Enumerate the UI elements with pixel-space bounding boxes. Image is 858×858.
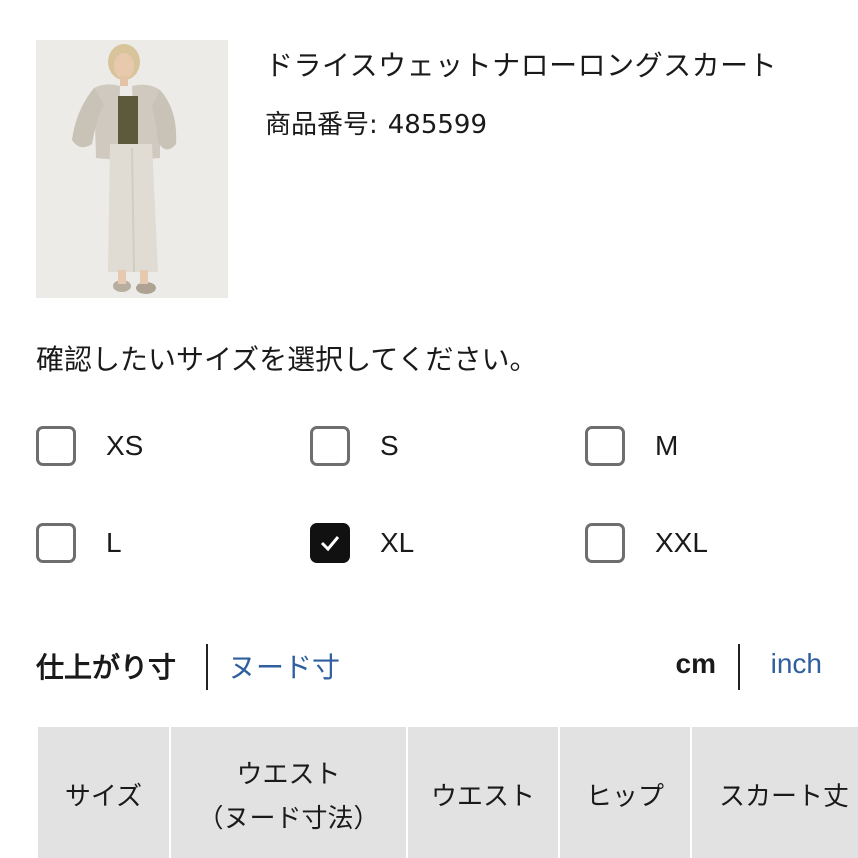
size-option-xxl[interactable]: XXL <box>585 520 708 566</box>
product-number-value: 485599 <box>387 110 488 140</box>
product-title: ドライスウェットナローロングスカート <box>265 49 778 82</box>
unit-inch-toggle[interactable]: inch <box>771 648 822 680</box>
size-label: S <box>380 430 399 461</box>
product-number: 商品番号: 485599 <box>265 104 487 141</box>
header-waist-label: ウエスト <box>430 782 535 812</box>
size-label: L <box>106 527 122 558</box>
size-checkbox[interactable] <box>585 426 625 466</box>
size-option-m[interactable]: M <box>585 423 678 469</box>
tab-finished-dimensions[interactable]: 仕上がり寸 <box>36 646 176 686</box>
header-size: サイズ <box>36 725 171 858</box>
header-waist-nude: ウエスト （ヌード寸法） <box>169 725 408 858</box>
size-option-l[interactable]: L <box>36 520 122 566</box>
size-checkbox[interactable] <box>36 426 76 466</box>
header-waist-nude-line1: ウエスト <box>236 760 341 790</box>
size-label: XXL <box>655 527 708 558</box>
header-hip: ヒップ <box>558 725 692 858</box>
size-option-s[interactable]: S <box>310 423 399 469</box>
divider <box>206 644 208 690</box>
size-checkbox[interactable] <box>310 523 350 563</box>
unit-cm-toggle[interactable]: cm <box>676 648 716 680</box>
divider <box>738 644 740 690</box>
header-waist: ウエスト <box>406 725 560 858</box>
header-waist-nude-line2: （ヌード寸法） <box>197 804 380 834</box>
measurement-toggle-row: 仕上がり寸 ヌード寸 cm inch <box>36 642 822 692</box>
check-icon <box>320 536 340 552</box>
size-select-prompt: 確認したいサイズを選択してください。 <box>36 343 538 376</box>
size-checkbox[interactable] <box>36 523 76 563</box>
size-option-xl[interactable]: XL <box>310 520 414 566</box>
header-skirt-length-label: スカート丈 <box>718 782 849 812</box>
size-label: XS <box>106 430 144 461</box>
size-checkbox[interactable] <box>310 426 350 466</box>
size-label: XL <box>380 527 415 558</box>
size-option-xs[interactable]: XS <box>36 423 143 469</box>
header-hip-label: ヒップ <box>585 782 664 812</box>
product-size-page: ドライスウェットナローロングスカート 商品番号: 485599 確認したいサイズを… <box>0 0 858 858</box>
size-table: サイズ ウエスト （ヌード寸法） ウエスト ヒップ スカート丈 <box>36 725 858 858</box>
product-image <box>36 40 228 298</box>
tab-body-dimensions[interactable]: ヌード寸 <box>228 646 340 686</box>
product-number-label: 商品番号: <box>265 110 378 140</box>
size-label: M <box>655 430 679 461</box>
header-skirt-length: スカート丈 <box>690 725 858 858</box>
size-checkbox[interactable] <box>585 523 625 563</box>
header-size-label: サイズ <box>64 782 143 812</box>
table-header-row: サイズ ウエスト （ヌード寸法） ウエスト ヒップ スカート丈 <box>36 725 858 858</box>
